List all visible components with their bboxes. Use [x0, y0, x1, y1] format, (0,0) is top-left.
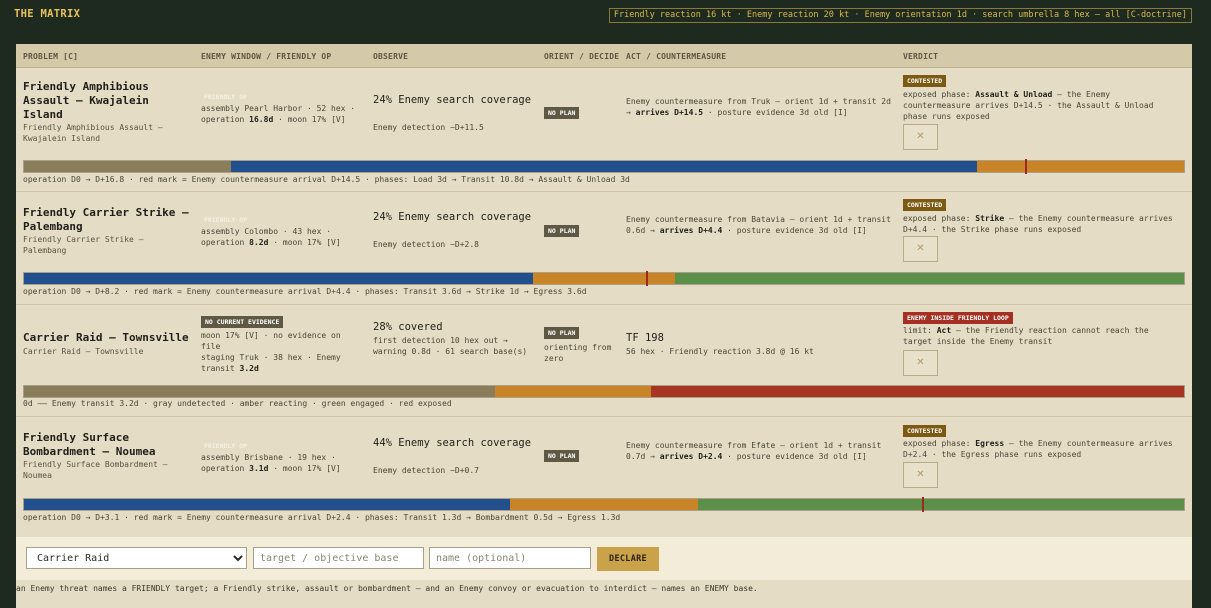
declare-form: Carrier Raid DECLARE: [16, 537, 1192, 580]
countermeasure-arrival-mark: [1025, 159, 1028, 174]
countermeasure-arrival-mark: [922, 497, 925, 512]
friendly-reaction: 56 hex · Friendly reaction 3.8d @ 16 kt: [626, 347, 814, 356]
problem-name: Friendly Surface Bombardment — Noumea: [23, 431, 156, 458]
timeline-segment: [697, 499, 1184, 510]
declare-button[interactable]: DECLARE: [597, 547, 659, 571]
problem-sub: Friendly Surface Bombardment — Noumea: [23, 460, 168, 480]
countermeasure: Enemy countermeasure from Batavia — orie…: [626, 215, 891, 235]
timeline-bar: [23, 497, 1185, 512]
orient-note: orienting from zero: [544, 343, 612, 363]
problem-name: Friendly Carrier Strike — Palembang: [23, 206, 189, 233]
no-plan-badge: NO PLAN: [544, 450, 580, 462]
timeline-segment: [24, 273, 534, 284]
col-observe: OBSERVE: [373, 52, 409, 61]
timeline-segment: [231, 161, 977, 172]
problem-name: Friendly Amphibious Assault — Kwajalein …: [23, 80, 149, 121]
observe-coverage: 24% Enemy search coverage: [373, 94, 532, 106]
verdict-badge: ENEMY INSIDE FRIENDLY LOOP: [903, 312, 1013, 324]
timeline-caption: operation D0 → D+8.2 · red mark = Enemy …: [23, 287, 587, 296]
name-input[interactable]: [429, 547, 591, 569]
verdict-text: exposed phase: Assault & Unload — the En…: [903, 90, 1154, 121]
problem-row: Friendly Carrier Strike — Palembang Frie…: [16, 192, 1192, 305]
enemy-window: moon 17% [V] · no evidence on file stagi…: [201, 331, 341, 373]
verdict-badge: CONTESTED: [903, 425, 947, 437]
dismiss-button[interactable]: ✕: [903, 462, 938, 488]
app-title: THE MATRIX: [14, 8, 81, 20]
column-header: PROBLEM [C] ENEMY WINDOW / FRIENDLY OP O…: [16, 44, 1192, 68]
doctrine-status: Friendly reaction 16 kt · Enemy reaction…: [608, 8, 1192, 23]
timeline-bar: [23, 271, 1185, 286]
countermeasure-arrival-mark: [646, 271, 649, 286]
right-margin: [1192, 29, 1211, 608]
enemy-window: assembly Pearl Harbor · 52 hex · operati…: [201, 104, 356, 124]
enemy-window: assembly Colombo · 43 hex · operation 8.…: [201, 227, 341, 247]
timeline-caption: operation D0 → D+3.1 · red mark = Enemy …: [23, 513, 621, 522]
observe-detection: first detection 10 hex out → warning 0.8…: [373, 336, 528, 356]
timeline-segment: [495, 386, 652, 397]
col-orient: ORIENT / DECIDE: [544, 52, 620, 61]
problem-type-select[interactable]: Carrier Raid: [26, 547, 247, 569]
observe-detection: Enemy detection ~D+2.8: [373, 240, 479, 249]
countermeasure: Enemy countermeasure from Truk — orient …: [626, 97, 891, 117]
timeline-segment: [976, 161, 1184, 172]
timeline-caption: operation D0 → D+16.8 · red mark = Enemy…: [23, 175, 630, 184]
col-verdict: VERDICT: [903, 52, 939, 61]
timeline-bar: [23, 385, 1185, 398]
problem-sub: Friendly Carrier Strike — Palembang: [23, 235, 144, 255]
col-problem: PROBLEM [C]: [23, 52, 79, 61]
problem-sub: Friendly Amphibious Assault — Kwajalein …: [23, 123, 163, 143]
timeline-segment: [24, 386, 496, 397]
timeline-bar: [23, 159, 1185, 174]
observe-detection: Enemy detection ~D+0.7: [373, 466, 479, 475]
countermeasure: Enemy countermeasure from Efate — orient…: [626, 441, 882, 461]
timeline-segment: [674, 273, 1184, 284]
friendly-op-tag: FRIENDLY OP: [204, 93, 248, 101]
problem-row: Friendly Amphibious Assault — Kwajalein …: [16, 68, 1192, 192]
problem-row: Friendly Surface Bombardment — Noumea Fr…: [16, 417, 1192, 529]
friendly-op-tag: FRIENDLY OP: [204, 216, 248, 224]
footnote: an Enemy threat names a FRIENDLY target;…: [16, 584, 758, 593]
enemy-window: assembly Brisbane · 19 hex · operation 3…: [201, 453, 341, 473]
timeline-segment: [651, 386, 1184, 397]
verdict-text: exposed phase: Strike — the Enemy counte…: [903, 214, 1173, 234]
no-evidence-tag: NO CURRENT EVIDENCE: [201, 316, 284, 328]
verdict-text: limit: Act — the Friendly reaction canno…: [903, 326, 1149, 346]
matrix-panel: PROBLEM [C] ENEMY WINDOW / FRIENDLY OP O…: [16, 29, 1192, 608]
verdict-text: exposed phase: Egress — the Enemy counte…: [903, 439, 1173, 459]
problem-sub: Carrier Raid — Townsville: [23, 347, 144, 356]
problem-name: Carrier Raid — Townsville: [23, 331, 189, 344]
target-input[interactable]: [253, 547, 424, 569]
friendly-op-tag: FRIENDLY OP: [204, 442, 248, 450]
dismiss-button[interactable]: ✕: [903, 350, 938, 376]
observe-detection: Enemy detection ~D+11.5: [373, 123, 484, 132]
task-force: TF 198: [626, 332, 664, 344]
col-window: ENEMY WINDOW / FRIENDLY OP: [201, 52, 332, 61]
timeline-caption: 0d —— Enemy transit 3.2d · gray undetect…: [23, 399, 452, 408]
no-plan-badge: NO PLAN: [544, 225, 580, 237]
observe-coverage: 44% Enemy search coverage: [373, 437, 532, 449]
dismiss-button[interactable]: ✕: [903, 236, 938, 262]
timeline-segment: [24, 161, 232, 172]
left-margin: [0, 29, 16, 608]
observe-coverage: 28% covered: [373, 321, 443, 333]
title-bar: THE MATRIX Friendly reaction 16 kt · Ene…: [0, 0, 1211, 30]
verdict-badge: CONTESTED: [903, 75, 947, 87]
observe-coverage: 24% Enemy search coverage: [373, 211, 532, 223]
no-plan-badge: NO PLAN: [544, 107, 580, 119]
timeline-segment: [510, 499, 698, 510]
problem-row: Carrier Raid — Townsville Carrier Raid —…: [16, 305, 1192, 417]
timeline-segment: [24, 499, 511, 510]
no-plan-badge: NO PLAN: [544, 327, 580, 339]
verdict-badge: CONTESTED: [903, 199, 947, 211]
col-act: ACT / COUNTERMEASURE: [626, 52, 727, 61]
dismiss-button[interactable]: ✕: [903, 124, 938, 150]
timeline-segment: [533, 273, 675, 284]
